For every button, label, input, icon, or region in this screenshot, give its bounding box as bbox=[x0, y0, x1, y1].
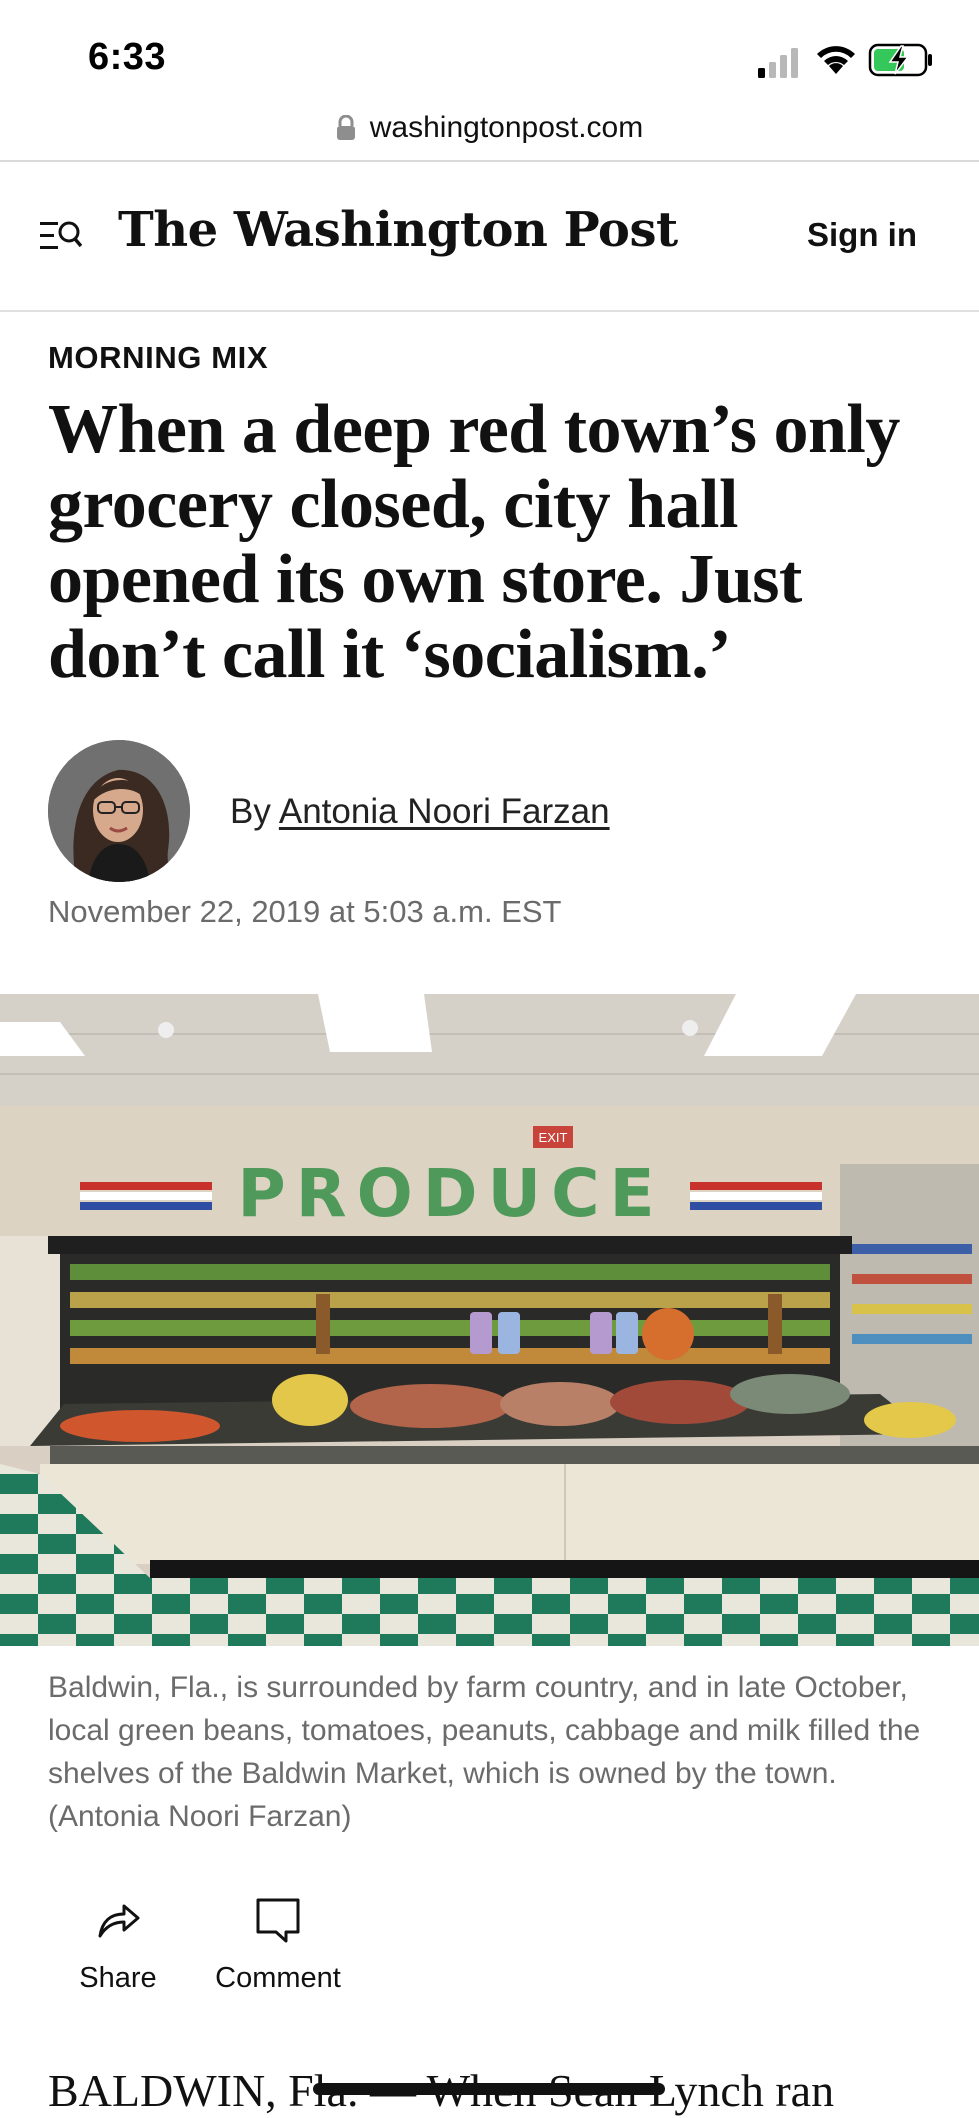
divider bbox=[0, 310, 979, 312]
share-icon bbox=[98, 1904, 140, 1938]
status-bar: 6:33 bbox=[0, 0, 979, 110]
comment-button[interactable]: Comment bbox=[188, 1896, 368, 2006]
headline: When a deep red town’s only grocery clos… bbox=[48, 391, 900, 693]
lock-icon bbox=[336, 115, 355, 140]
author-avatar[interactable] bbox=[48, 740, 190, 882]
share-label: Share bbox=[79, 1962, 157, 1994]
produce-sign: PRODUCE bbox=[237, 1155, 664, 1232]
masthead-logo[interactable]: The Washington Post bbox=[118, 202, 678, 258]
home-indicator[interactable] bbox=[313, 2083, 665, 2095]
byline-prefix: By bbox=[230, 792, 271, 831]
url-text: washingtonpost.com bbox=[369, 111, 644, 144]
cellular-signal-icon bbox=[758, 48, 798, 78]
sign-in-link[interactable]: Sign in bbox=[807, 216, 917, 254]
publish-date: November 22, 2019 at 5:03 a.m. EST bbox=[48, 894, 562, 929]
status-time: 6:33 bbox=[88, 36, 167, 78]
author-link[interactable]: Antonia Noori Farzan bbox=[279, 792, 610, 831]
comment-label: Comment bbox=[215, 1962, 341, 1994]
exit-sign: EXIT bbox=[539, 1130, 568, 1145]
lead-photo[interactable]: EXIT PRODUCE bbox=[0, 994, 979, 1646]
section-kicker[interactable]: MORNING MIX bbox=[48, 340, 268, 376]
byline: By Antonia Noori Farzan bbox=[230, 792, 610, 832]
produce-aisle-image: EXIT PRODUCE bbox=[0, 994, 979, 1646]
comment-icon bbox=[256, 1898, 300, 1943]
address-bar[interactable]: washingtonpost.com bbox=[0, 100, 979, 156]
share-button[interactable]: Share bbox=[48, 1896, 188, 2006]
menu-search-icon[interactable] bbox=[40, 218, 82, 254]
photo-caption: Baldwin, Fla., is surrounded by farm cou… bbox=[48, 1671, 921, 1833]
battery-charging-icon bbox=[868, 43, 932, 77]
site-header: The Washington Post Sign in bbox=[0, 162, 979, 310]
article-actions: Share Comment bbox=[48, 1896, 368, 2006]
wifi-icon bbox=[817, 46, 855, 74]
author-portrait bbox=[48, 740, 190, 882]
